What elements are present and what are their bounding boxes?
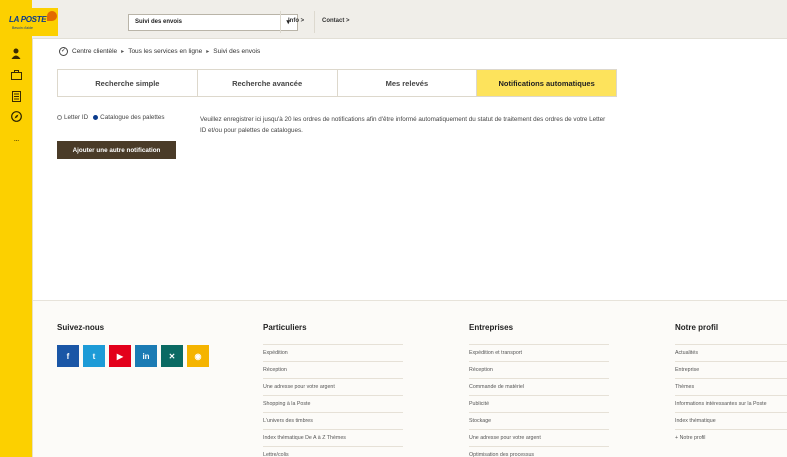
logo-text: LA POSTE	[9, 15, 47, 24]
footer-link[interactable]: Optimisation des processus	[469, 446, 609, 457]
footer-link[interactable]: L'univers des timbres	[263, 412, 403, 429]
letter-id-radio[interactable]	[57, 115, 62, 120]
contact-link[interactable]: Contact >	[314, 11, 357, 33]
footer-link[interactable]: Informations intéressantes sur la Poste	[675, 395, 787, 412]
footer-heading-entreprises: Entreprises	[469, 323, 514, 332]
facebook-icon[interactable]: f	[57, 345, 79, 367]
footer-link[interactable]: Actualités	[675, 344, 787, 361]
add-notification-button[interactable]: Ajouter une autre notification	[57, 141, 176, 159]
catalogue-radio[interactable]	[93, 115, 99, 120]
service-select-value: Suivi des envois	[135, 19, 183, 25]
footer-link[interactable]: Une adresse pour votre argent	[263, 378, 403, 395]
footer-link[interactable]: Lettre/colis	[263, 446, 403, 457]
briefcase-icon[interactable]	[9, 68, 23, 82]
footer-link[interactable]: Shopping à la Poste	[263, 395, 403, 412]
service-select[interactable]: Suivi des envois ▾	[128, 14, 298, 31]
linkedin-icon[interactable]: in	[135, 345, 157, 367]
breadcrumb-separator-icon: ▸	[121, 49, 125, 55]
footer-link[interactable]: Réception	[469, 361, 609, 378]
compass-small-icon: ✓	[59, 47, 68, 56]
footer-link[interactable]: Expédition et transport	[469, 344, 609, 361]
footer-link[interactable]: Index thématique De A à Z Thèmes	[263, 429, 403, 446]
footer-link[interactable]: Stockage	[469, 412, 609, 429]
compass-icon[interactable]	[6, 107, 26, 125]
footer-link[interactable]: Une adresse pour votre argent	[469, 429, 609, 446]
notification-type-options: Letter ID Catalogue des palettes	[57, 114, 165, 121]
footer-column-particuliers: Expédition Réception Une adresse pour votr…	[263, 344, 403, 457]
top-header: Suivi des envois ▾ Info > Contact >	[32, 0, 787, 39]
catalogue-label: Catalogue des palettes	[100, 114, 165, 121]
rss-icon[interactable]: ◉	[187, 345, 209, 367]
follow-heading: Suivez-nous	[57, 323, 105, 332]
building-icon[interactable]	[9, 89, 23, 103]
breadcrumb: ✓ Centre clientèle ▸ Tous les services e…	[59, 47, 260, 56]
footer-link[interactable]: Index thématique	[675, 412, 787, 429]
footer-link[interactable]: Réception	[263, 361, 403, 378]
footer-column-profil: Actualités Entreprise Thèmes Informations i…	[675, 344, 787, 446]
breadcrumb-item-centre[interactable]: Centre clientèle	[72, 48, 117, 55]
xing-icon[interactable]: ✕	[161, 345, 183, 367]
letter-id-label: Letter ID	[64, 114, 89, 121]
user-icon[interactable]	[9, 46, 23, 60]
youtube-icon[interactable]: ▶	[109, 345, 131, 367]
footer-heading-particuliers: Particuliers	[263, 323, 307, 332]
footer-link[interactable]: Thèmes	[675, 378, 787, 395]
tab-bar: Recherche simple Recherche avancée Mes r…	[57, 69, 617, 97]
footer-column-entreprises: Expédition et transport Réception Commande…	[469, 344, 609, 457]
breadcrumb-separator-icon: ▸	[206, 49, 210, 55]
more-icon[interactable]: ···	[9, 133, 23, 147]
footer	[33, 300, 787, 457]
footer-link[interactable]: Commande de matériel	[469, 378, 609, 395]
social-links: f t ▶ in ✕ ◉	[57, 345, 209, 367]
logo-bird-icon	[47, 11, 57, 21]
info-link[interactable]: Info >	[280, 11, 311, 33]
logo-subtitle: Besoin d'aide	[12, 26, 33, 30]
footer-link[interactable]: Entreprise	[675, 361, 787, 378]
tab-statements[interactable]: Mes relevés	[337, 70, 478, 96]
description-text: Veuillez enregistrer ici jusqu'à 20 les …	[200, 116, 606, 134]
tab-automatic-notifications[interactable]: Notifications automatiques	[477, 70, 616, 96]
footer-link[interactable]: Publicité	[469, 395, 609, 412]
tab-advanced-search[interactable]: Recherche avancée	[197, 70, 338, 96]
twitter-icon[interactable]: t	[83, 345, 105, 367]
tab-simple-search[interactable]: Recherche simple	[58, 70, 198, 96]
footer-link[interactable]: Expédition	[263, 344, 403, 361]
footer-link[interactable]: + Notre profil	[675, 429, 787, 446]
breadcrumb-item-current: Suivi des envois	[213, 48, 261, 55]
breadcrumb-item-services[interactable]: Tous les services en ligne	[128, 48, 202, 55]
footer-heading-profil: Notre profil	[675, 323, 719, 332]
